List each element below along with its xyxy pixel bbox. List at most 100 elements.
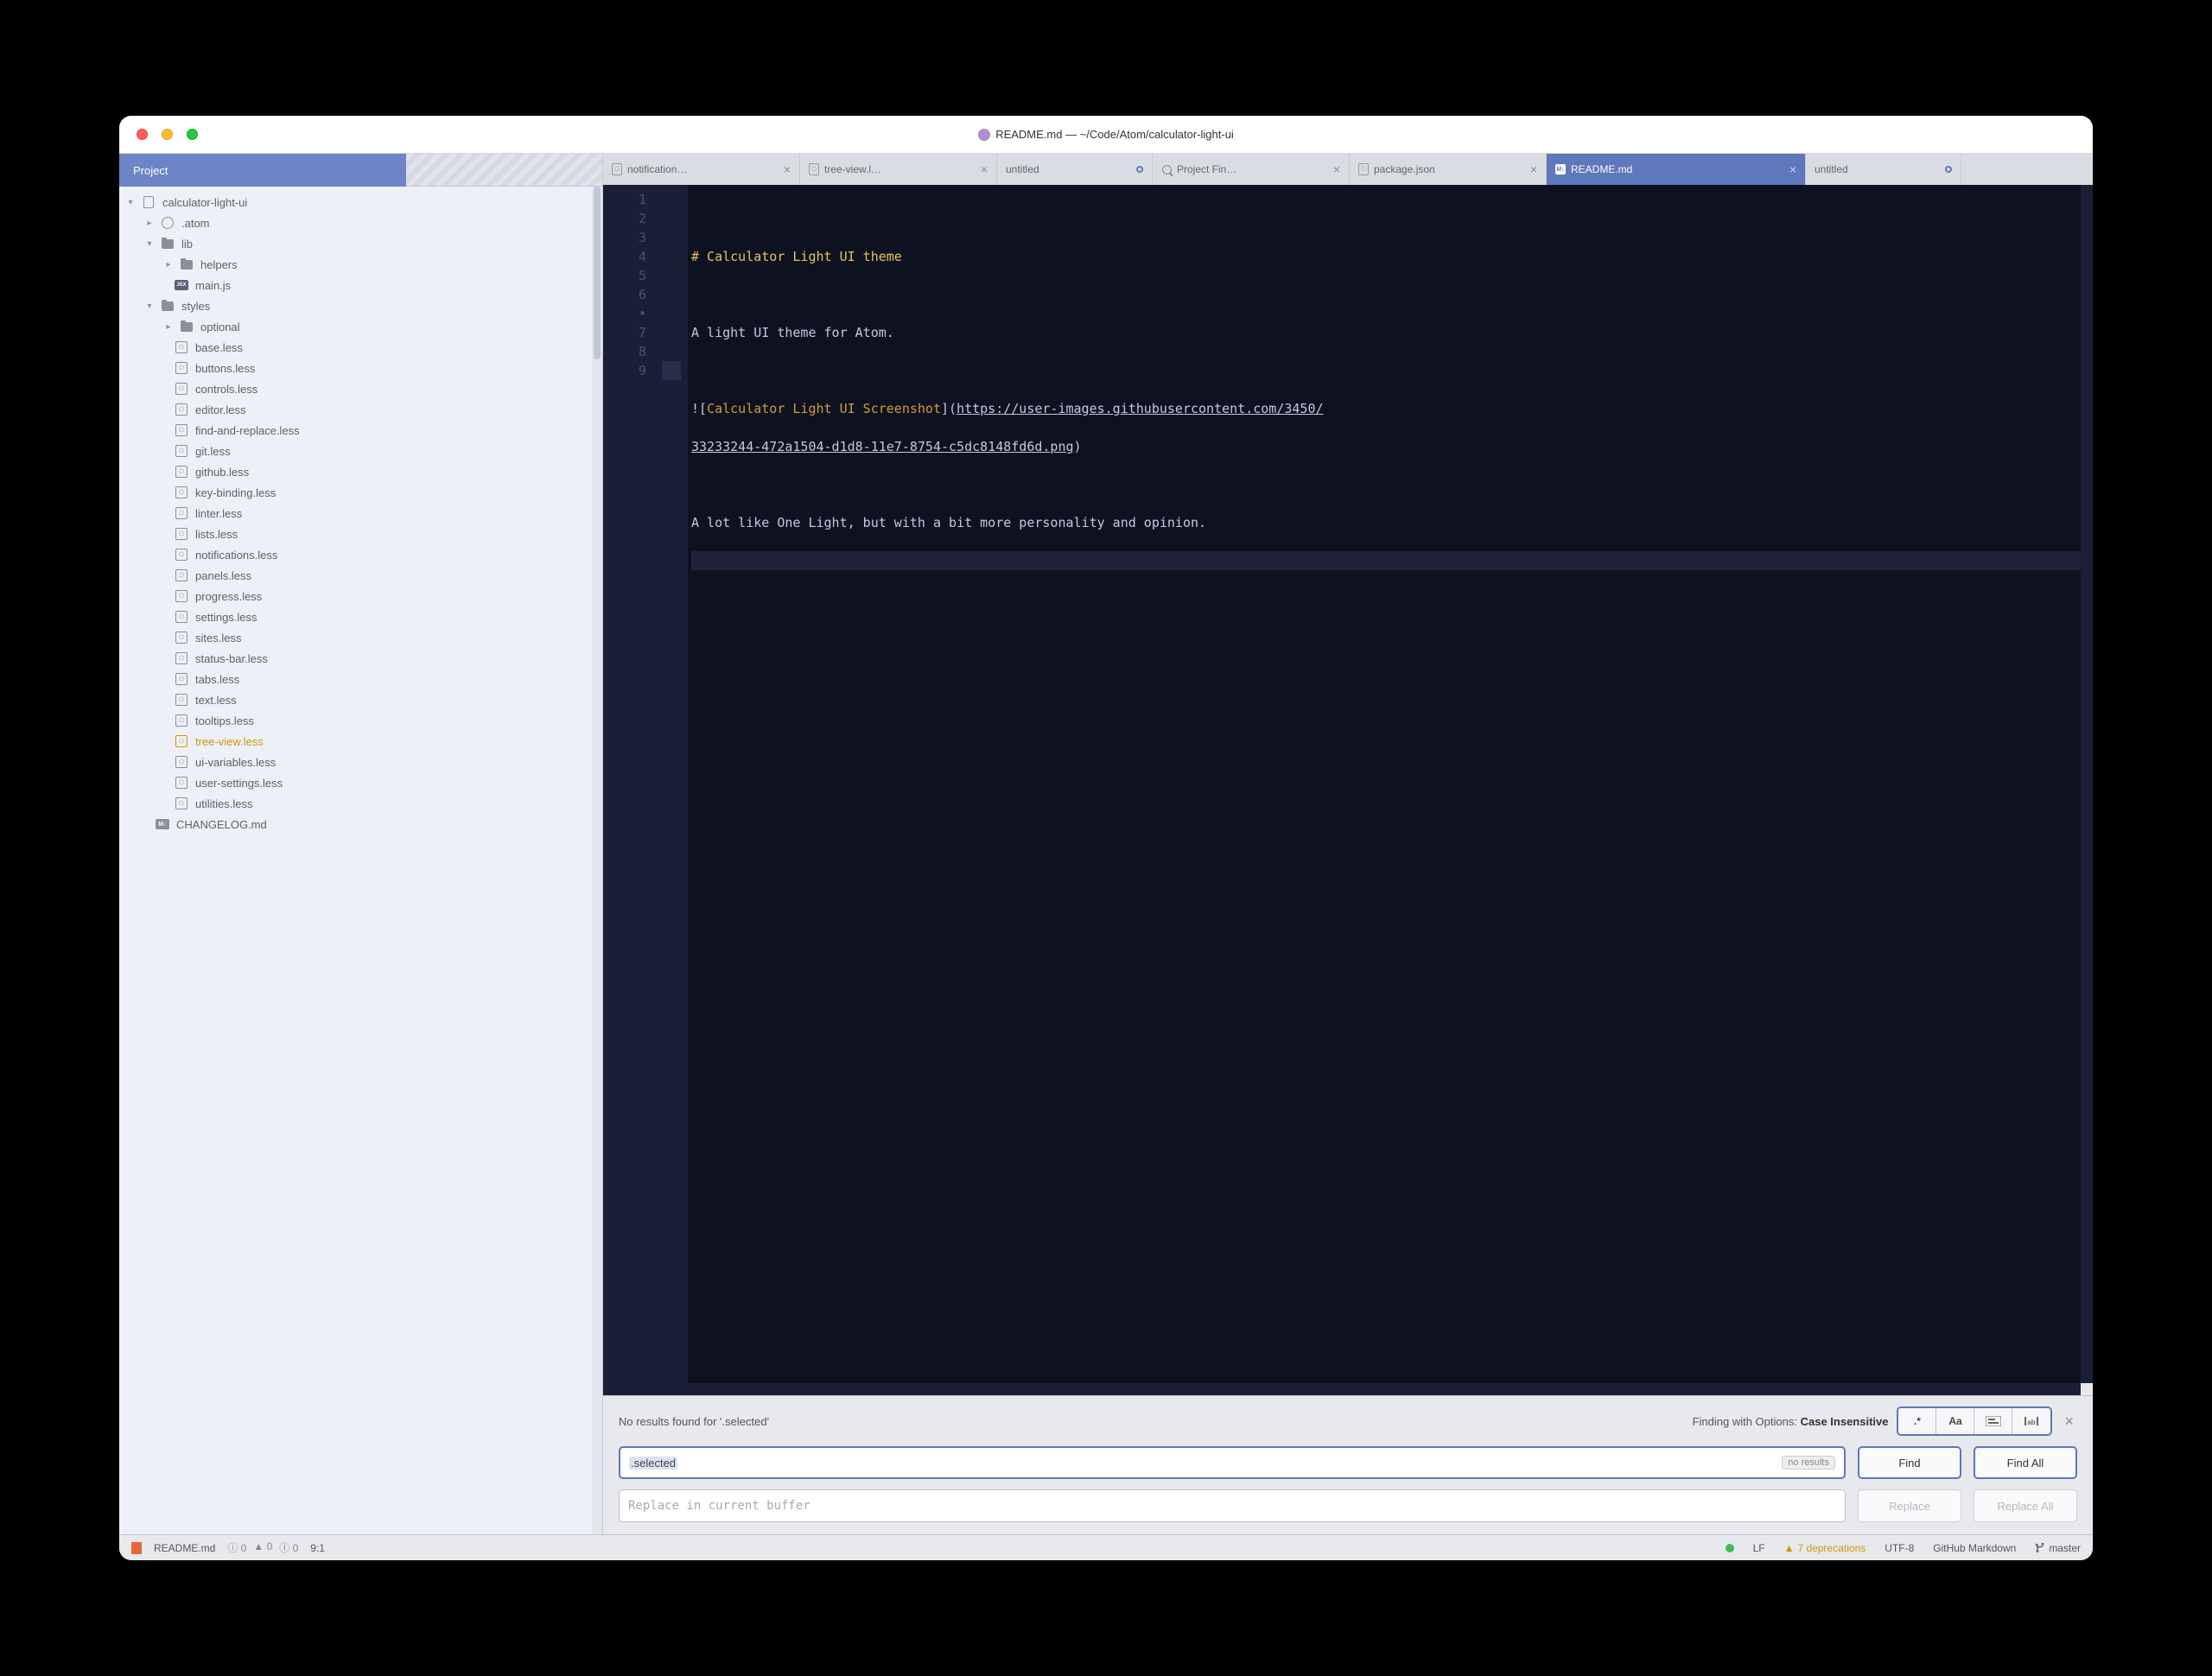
close-icon[interactable]: ×: [1530, 162, 1537, 176]
project-tab[interactable]: Project: [119, 154, 406, 187]
tree-item-label: lib: [181, 238, 193, 251]
dirty-indicator-icon[interactable]: [1945, 166, 1952, 173]
selection-only-toggle[interactable]: [1974, 1408, 2012, 1434]
close-icon[interactable]: ×: [1789, 162, 1796, 176]
chevron-down-icon[interactable]: ▾: [126, 198, 135, 207]
tree-file[interactable]: ⎔sites.less: [119, 627, 602, 648]
tab-notification[interactable]: ⎔ notification… ×: [603, 154, 800, 185]
close-find-panel-button[interactable]: ×: [2061, 1413, 2077, 1431]
file-tree[interactable]: ▾ calculator-light-ui ▸ .atom ▾ lib: [119, 187, 602, 1534]
fold-gutter[interactable]: [655, 185, 688, 1395]
tree-file[interactable]: ⎔ui-variables.less: [119, 752, 602, 772]
tree-file[interactable]: ⎔git.less: [119, 441, 602, 461]
status-grammar[interactable]: GitHub Markdown: [1933, 1542, 2016, 1554]
code-icon: ⎔: [175, 382, 188, 396]
sidebar-tabs: Project: [119, 154, 602, 187]
close-icon[interactable]: ×: [784, 162, 791, 176]
close-icon[interactable]: ×: [1333, 162, 1340, 176]
chevron-right-icon[interactable]: ▸: [145, 219, 154, 228]
dirty-indicator-icon[interactable]: [1136, 166, 1143, 173]
tab-readme-active[interactable]: M↓ README.md ×: [1547, 154, 1806, 185]
tree-folder-helpers[interactable]: ▸ helpers: [119, 254, 602, 275]
chevron-down-icon[interactable]: ▾: [145, 239, 154, 249]
tree-file-changelog[interactable]: M↓CHANGELOG.md: [119, 814, 602, 835]
close-icon[interactable]: ×: [981, 162, 988, 176]
code-area[interactable]: # Calculator Light UI theme A light UI t…: [688, 185, 2093, 1395]
tree-folder-lib[interactable]: ▾ lib: [119, 233, 602, 254]
tree-file[interactable]: ⎔notifications.less: [119, 544, 602, 565]
tree-file[interactable]: ⎔text.less: [119, 689, 602, 710]
find-input[interactable]: .selected no results: [619, 1446, 1846, 1479]
editor-vertical-scrollbar[interactable]: [2081, 185, 2093, 1395]
replace-input[interactable]: [619, 1489, 1846, 1522]
replace-button[interactable]: Replace: [1858, 1489, 1961, 1522]
status-deprecations[interactable]: ▲7 deprecations: [1784, 1542, 1866, 1554]
code-icon: ⎔: [175, 340, 188, 354]
tree-root[interactable]: ▾ calculator-light-ui: [119, 192, 602, 213]
regex-toggle[interactable]: .*: [1898, 1408, 1936, 1434]
tree-folder-atom[interactable]: ▸ .atom: [119, 213, 602, 233]
jsx-icon: JSX: [175, 278, 188, 292]
tab-treeview[interactable]: ⎔ tree-view.l… ×: [800, 154, 997, 185]
tree-file[interactable]: ⎔tooltips.less: [119, 710, 602, 731]
tree-file[interactable]: ⎔user-settings.less: [119, 772, 602, 793]
find-button[interactable]: Find: [1858, 1446, 1961, 1479]
titlebar[interactable]: README.md — ~/Code/Atom/calculator-light…: [119, 116, 2093, 154]
tab-package-json[interactable]: ⎔ package.json ×: [1350, 154, 1547, 185]
tree-file[interactable]: ⎔status-bar.less: [119, 648, 602, 669]
replace-all-button[interactable]: Replace All: [1974, 1489, 2077, 1522]
tree-file-mainjs[interactable]: JSX main.js: [119, 275, 602, 295]
status-diagnostics[interactable]: ⓘ 0 ▲ 0 Ⓘ 0: [227, 1540, 298, 1555]
whole-word-toggle[interactable]: ab: [2012, 1408, 2050, 1434]
tab-untitled-2[interactable]: untitled: [1806, 154, 1961, 185]
chevron-down-icon[interactable]: ▾: [145, 302, 154, 311]
status-git-branch[interactable]: master: [2035, 1542, 2081, 1554]
find-input-field[interactable]: [677, 1456, 1230, 1470]
code-icon: ⎔: [175, 672, 188, 686]
tree-scrollbar-thumb[interactable]: [594, 187, 601, 359]
chevron-right-icon[interactable]: ▸: [164, 260, 173, 270]
line-number-gutter[interactable]: 1 2 3 4 5 6 • 7 8 9: [603, 185, 655, 1395]
tree-file[interactable]: ⎔key-binding.less: [119, 482, 602, 503]
find-all-button[interactable]: Find All: [1974, 1446, 2077, 1479]
text-editor[interactable]: 1 2 3 4 5 6 • 7 8 9: [603, 185, 2093, 1395]
tree-file[interactable]: ⎔ controls.less: [119, 378, 602, 399]
chevron-right-icon[interactable]: ▸: [164, 322, 173, 332]
close-window-button[interactable]: [137, 129, 148, 140]
tree-file[interactable]: ⎔tabs.less: [119, 669, 602, 689]
status-filename[interactable]: README.md: [154, 1542, 215, 1554]
tree-file[interactable]: ⎔editor.less: [119, 399, 602, 420]
tree-folder-styles[interactable]: ▾ styles: [119, 295, 602, 316]
tree-item-label: controls.less: [195, 383, 257, 396]
tree-file[interactable]: ⎔linter.less: [119, 503, 602, 524]
editor-horizontal-scrollbar[interactable]: [688, 1383, 2093, 1395]
status-encoding[interactable]: UTF-8: [1885, 1542, 1914, 1554]
tree-file[interactable]: ⎔panels.less: [119, 565, 602, 586]
app-icon: [978, 129, 990, 141]
tree-item-label: user-settings.less: [195, 777, 283, 790]
tree-file[interactable]: ⎔github.less: [119, 461, 602, 482]
tree-item-label: tooltips.less: [195, 714, 254, 727]
tree-file[interactable]: ⎔utilities.less: [119, 793, 602, 814]
tree-file-modified[interactable]: ⎔tree-view.less: [119, 731, 602, 752]
tab-project-find[interactable]: Project Fin… ×: [1153, 154, 1350, 185]
tree-file[interactable]: ⎔lists.less: [119, 524, 602, 544]
replace-input-field[interactable]: [628, 1499, 1836, 1513]
tree-file[interactable]: ⎔progress.less: [119, 586, 602, 606]
tree-file[interactable]: ⎔buttons.less: [119, 358, 602, 378]
minimize-window-button[interactable]: [162, 129, 173, 140]
tree-folder-optional[interactable]: ▸ optional: [119, 316, 602, 337]
tab-untitled[interactable]: untitled: [997, 154, 1153, 185]
find-status-text: No results found for '.selected': [619, 1415, 1684, 1428]
tree-file[interactable]: ⎔settings.less: [119, 606, 602, 627]
sidebar-tab-gutter[interactable]: [406, 154, 602, 187]
tree-file[interactable]: ⎔base.less: [119, 337, 602, 358]
tab-label: README.md: [1571, 163, 1784, 175]
tree-file[interactable]: ⎔find-and-replace.less: [119, 420, 602, 441]
status-indicator-icon[interactable]: [1726, 1544, 1734, 1552]
case-sensitive-toggle[interactable]: Aa: [1936, 1408, 1974, 1434]
zoom-window-button[interactable]: [187, 129, 198, 140]
status-cursor-position[interactable]: 9:1: [310, 1542, 325, 1554]
status-line-ending[interactable]: LF: [1753, 1542, 1765, 1554]
tree-scrollbar[interactable]: [592, 187, 602, 1534]
